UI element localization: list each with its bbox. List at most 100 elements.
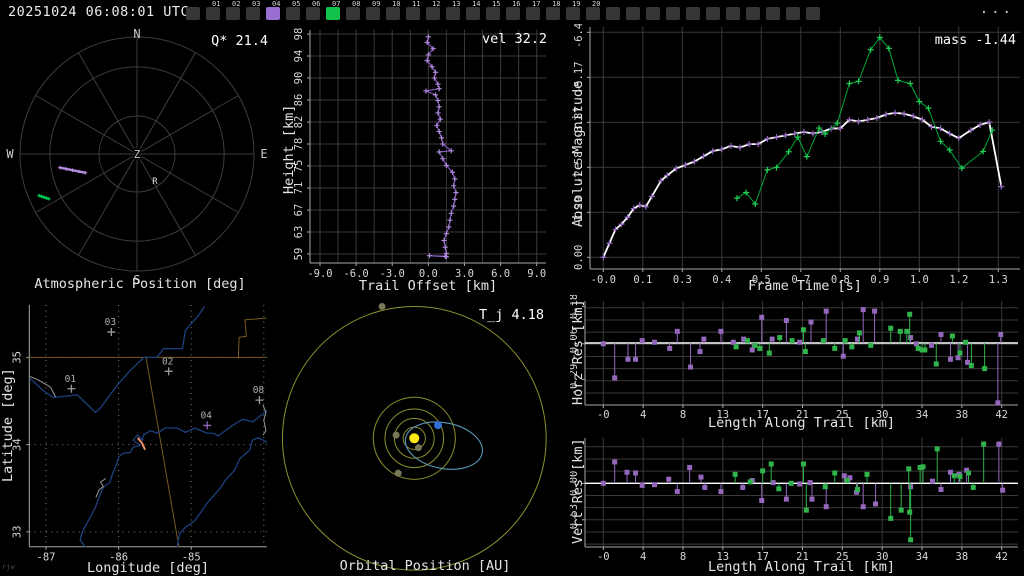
station-indicator-blank-24[interactable]: [666, 0, 686, 24]
svg-text:38: 38: [956, 409, 969, 421]
station-indicator-blank-28[interactable]: [746, 0, 766, 24]
axes-grid: [310, 30, 546, 263]
station-indicator-02[interactable]: 02: [226, 0, 246, 24]
station-square-label: 13: [452, 0, 461, 8]
station-square-label: 04: [272, 0, 281, 8]
station-square-icon: [386, 7, 400, 20]
station-square-icon: [626, 7, 640, 20]
ground-map-plot: -87 -86 -85 35 34 33 01 02 03 04 08: [11, 305, 268, 564]
station-square-icon: [726, 7, 740, 20]
svg-text:0.9: 0.9: [870, 274, 889, 286]
svg-text:04: 04: [200, 410, 212, 421]
svg-text:33: 33: [11, 526, 23, 539]
vert-residuals-plot: -0 4 8 13 17 21 25 30 34 38 42 0.00 -0.53: [570, 438, 1018, 563]
station-indicator-11[interactable]: 11: [406, 0, 426, 24]
utc-timestamp: 20251024 06:08:01 UTC: [8, 4, 190, 20]
svg-text:34: 34: [916, 409, 929, 421]
station-square-icon: [746, 7, 760, 20]
svg-text:78: 78: [293, 138, 305, 151]
rivers: [29, 306, 268, 548]
station-square-label: 12: [432, 0, 441, 8]
station-indicator-blank-25[interactable]: [686, 0, 706, 24]
svg-text:0.7: 0.7: [791, 274, 810, 286]
station-square-icon: [706, 7, 720, 20]
station-square-icon: [226, 7, 240, 20]
station-indicator-16[interactable]: 16: [506, 0, 526, 24]
station-indicator-14[interactable]: 14: [466, 0, 486, 24]
station-square-icon: [206, 7, 220, 20]
station-indicator-blank-23[interactable]: [646, 0, 666, 24]
station-square-label: 18: [552, 0, 561, 8]
station-square-label: 11: [412, 0, 421, 8]
magnitude-panel: -0.0 0.1 0.3 0.4 0.5 0.7 0.8 0.9 1.0 1.2 1.3 -6.46 -…: [570, 24, 1024, 294]
svg-text:Z: Z: [134, 148, 141, 161]
axes-spines: [307, 30, 546, 266]
station-indicator-15[interactable]: 15: [486, 0, 506, 24]
station-indicator-05[interactable]: 05: [286, 0, 306, 24]
svg-text:25: 25: [836, 409, 849, 421]
station-indicator-blank-22[interactable]: [626, 0, 646, 24]
svg-text:0.18: 0.18: [570, 295, 580, 319]
station-indicator-08[interactable]: 08: [346, 0, 366, 24]
station-square-label: 01: [212, 0, 221, 8]
station-square-label: 02: [232, 0, 241, 8]
map-tick-labels: -87 -86 -85 35 34 33: [11, 351, 200, 564]
station-indicator-06[interactable]: 06: [306, 0, 326, 24]
svg-text:-3.87: -3.87: [573, 106, 585, 138]
svg-text:13: 13: [716, 409, 729, 421]
station-indicator-17[interactable]: 17: [526, 0, 546, 24]
svg-text:86: 86: [293, 94, 305, 107]
svg-text:-0.06: -0.06: [570, 328, 580, 360]
svg-text:-86: -86: [109, 552, 128, 564]
stem-grid: [585, 438, 1018, 547]
svg-text:-0.0: -0.0: [591, 274, 616, 286]
station-square-icon: [286, 7, 300, 20]
station-square-label: 09: [372, 0, 381, 8]
station-indicator-12[interactable]: 12: [426, 0, 446, 24]
svg-text:94: 94: [293, 50, 305, 63]
station-indicator-01[interactable]: 01: [206, 0, 226, 24]
station-indicator-blank-29[interactable]: [766, 0, 786, 24]
station-indicator-19[interactable]: 19: [566, 0, 586, 24]
station-indicator-blank-30[interactable]: [786, 0, 806, 24]
station-indicator-18[interactable]: 18: [546, 0, 566, 24]
station-square-icon: [506, 7, 520, 20]
orbital-position-panel: T_j 4.18 Orbital Position [AU]: [280, 295, 570, 576]
station-indicator-20[interactable]: 20: [586, 0, 606, 24]
station-indicator-blank-26[interactable]: [706, 0, 726, 24]
station-indicator-10[interactable]: 10: [386, 0, 406, 24]
svg-text:30: 30: [876, 551, 889, 563]
corner-signature: rjw: [2, 563, 15, 571]
station-square-icon: [606, 7, 620, 20]
station-indicator-blank-31[interactable]: [806, 0, 826, 24]
svg-text:9.0: 9.0: [527, 268, 546, 280]
orbital-position-plot: [281, 302, 547, 571]
svg-text:02: 02: [162, 356, 173, 367]
station-square-icon: [406, 7, 420, 20]
station-square-label: 10: [392, 0, 401, 8]
station-indicator-blank-0[interactable]: [186, 0, 206, 24]
station-square-label: 06: [312, 0, 321, 8]
svg-text:-2.58: -2.58: [573, 151, 585, 183]
station-square-icon: [566, 7, 580, 20]
station-indicator-04[interactable]: 04: [266, 0, 286, 24]
overflow-menu-icon[interactable]: ...: [980, 1, 1014, 17]
stem-grid: [585, 301, 1018, 405]
station-square-icon: [486, 7, 500, 20]
svg-text:S: S: [133, 273, 140, 287]
station-indicator-07[interactable]: 07: [326, 0, 346, 24]
station-indicator-09[interactable]: 09: [366, 0, 386, 24]
svg-text:59: 59: [293, 248, 305, 261]
station-indicator-03[interactable]: 03: [246, 0, 266, 24]
svg-text:4: 4: [640, 551, 646, 563]
station-indicator-13[interactable]: 13: [446, 0, 466, 24]
svg-text:17: 17: [756, 551, 769, 563]
svg-text:N: N: [133, 27, 140, 41]
station-indicator-blank-27[interactable]: [726, 0, 746, 24]
svg-text:0.5: 0.5: [752, 274, 771, 286]
station-indicator-blank-21[interactable]: [606, 0, 626, 24]
svg-text:42: 42: [995, 551, 1008, 563]
station-square-icon: [686, 7, 700, 20]
svg-text:30: 30: [876, 409, 889, 421]
svg-text:67: 67: [293, 204, 305, 217]
